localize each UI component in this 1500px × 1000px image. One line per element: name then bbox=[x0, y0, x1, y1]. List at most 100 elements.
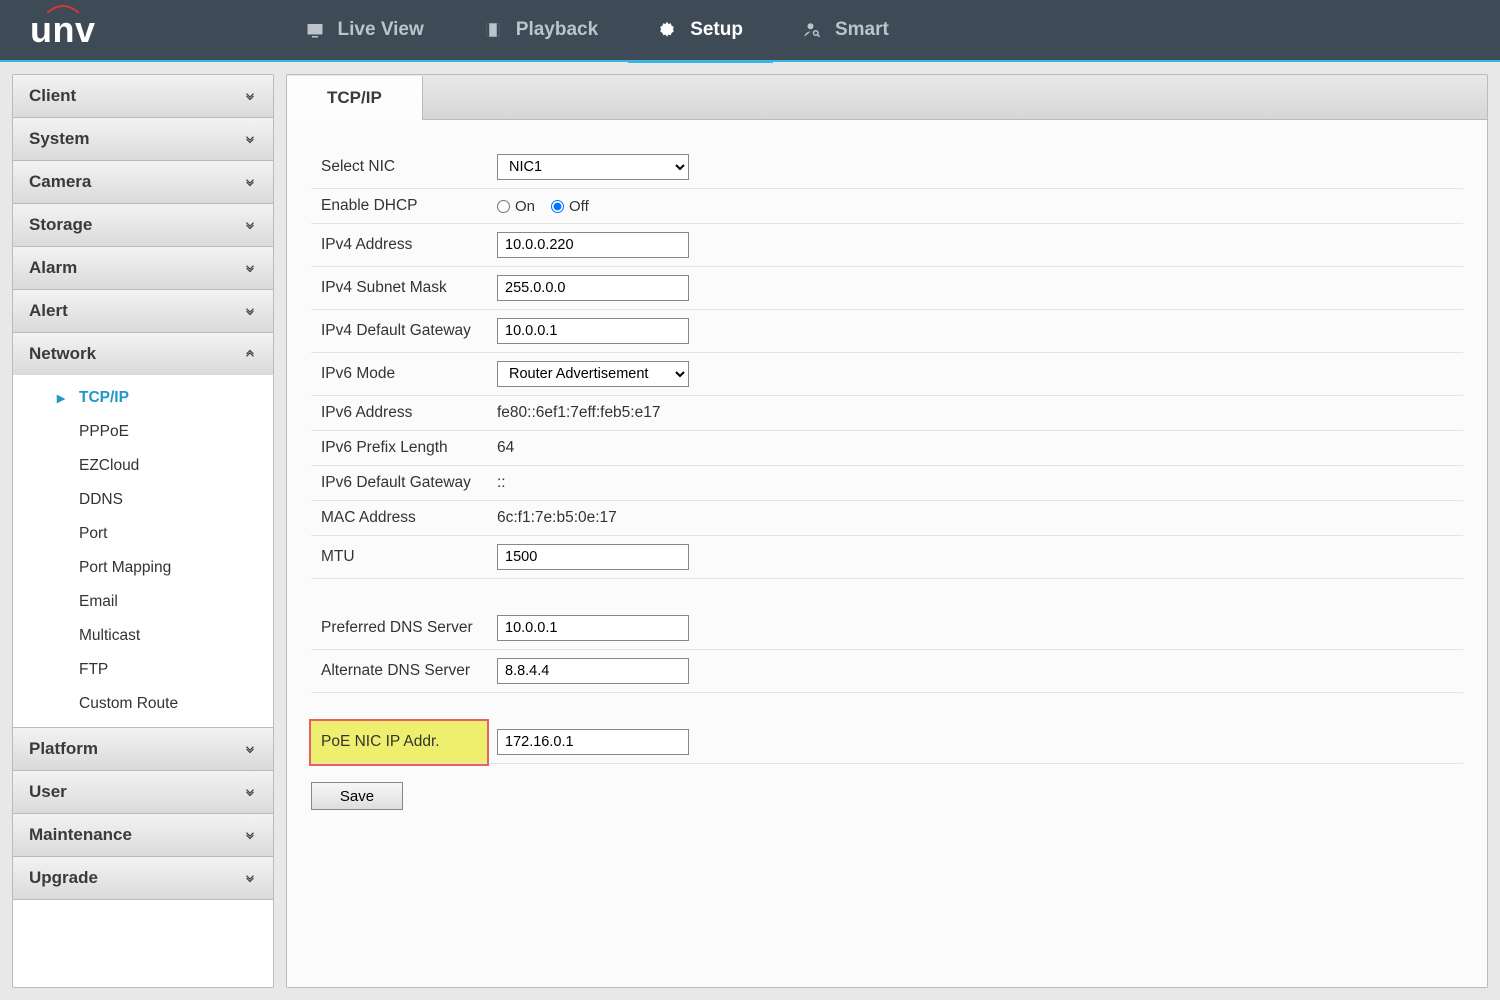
mac-address-label: MAC Address bbox=[311, 501, 487, 536]
panel-label: Storage bbox=[29, 215, 92, 235]
panel-label: System bbox=[29, 129, 89, 149]
gear-icon bbox=[658, 21, 676, 39]
chevron-down-icon bbox=[243, 175, 257, 189]
ipv6-prefix-label: IPv6 Prefix Length bbox=[311, 431, 487, 466]
nav-smart[interactable]: Smart bbox=[773, 0, 919, 61]
sub-item-label: Email bbox=[79, 593, 118, 610]
sidebar-panel-alert[interactable]: Alert bbox=[13, 290, 273, 332]
radio-label: On bbox=[515, 198, 535, 215]
panel-label: Platform bbox=[29, 739, 98, 759]
panel-label: Maintenance bbox=[29, 825, 132, 845]
alt-dns-label: Alternate DNS Server bbox=[311, 650, 487, 693]
sidebar-panel-maintenance[interactable]: Maintenance bbox=[13, 814, 273, 856]
ipv6-gateway-value: :: bbox=[497, 474, 506, 491]
nav-live-view[interactable]: Live View bbox=[276, 0, 454, 61]
chevron-down-icon bbox=[243, 132, 257, 146]
brand-logo-text: unv bbox=[30, 9, 96, 50]
enable-dhcp-label: Enable DHCP bbox=[311, 189, 487, 224]
nav-playback[interactable]: Playback bbox=[454, 0, 628, 61]
ipv4-gateway-label: IPv4 Default Gateway bbox=[311, 310, 487, 353]
panel-label: Alert bbox=[29, 301, 68, 321]
ipv4-mask-input[interactable] bbox=[497, 275, 689, 301]
sub-item-label: TCP/IP bbox=[79, 389, 129, 406]
sidebar-item-ezcloud[interactable]: EZCloud bbox=[13, 449, 273, 483]
sidebar-item-ftp[interactable]: FTP bbox=[13, 653, 273, 687]
chevron-down-icon bbox=[243, 871, 257, 885]
dhcp-on-radio[interactable]: On bbox=[497, 198, 535, 215]
poe-nic-label: PoE NIC IP Addr. bbox=[311, 721, 487, 764]
ipv4-address-input[interactable] bbox=[497, 232, 689, 258]
panel-label: Alarm bbox=[29, 258, 77, 278]
chevron-down-icon bbox=[243, 304, 257, 318]
mac-address-value: 6c:f1:7e:b5:0e:17 bbox=[497, 509, 617, 526]
nav-setup[interactable]: Setup bbox=[628, 0, 773, 61]
alt-dns-input[interactable] bbox=[497, 658, 689, 684]
mtu-input[interactable] bbox=[497, 544, 689, 570]
form-area: Select NIC NIC1 Enable DHCP On Off IPv4 … bbox=[287, 120, 1487, 987]
sidebar-item-port-mapping[interactable]: Port Mapping bbox=[13, 551, 273, 585]
pref-dns-input[interactable] bbox=[497, 615, 689, 641]
nav-label: Setup bbox=[690, 19, 743, 41]
content-area: TCP/IP Select NIC NIC1 Enable DHCP On Of… bbox=[286, 74, 1488, 988]
ipv6-address-label: IPv6 Address bbox=[311, 396, 487, 431]
panel-label: Client bbox=[29, 86, 76, 106]
sidebar-panel-storage[interactable]: Storage bbox=[13, 204, 273, 246]
sidebar-panel-system[interactable]: System bbox=[13, 118, 273, 160]
sidebar-panel-upgrade[interactable]: Upgrade bbox=[13, 857, 273, 899]
radio-label: Off bbox=[569, 198, 589, 215]
ipv6-mode-dropdown[interactable]: Router Advertisement bbox=[497, 361, 689, 387]
poe-nic-input[interactable] bbox=[497, 729, 689, 755]
sub-item-label: EZCloud bbox=[79, 457, 139, 474]
sidebar-panel-client[interactable]: Client bbox=[13, 75, 273, 117]
sidebar-panel-platform[interactable]: Platform bbox=[13, 728, 273, 770]
sub-item-label: Port bbox=[79, 525, 107, 542]
tabs-row: TCP/IP bbox=[287, 75, 1487, 120]
panel-label: Camera bbox=[29, 172, 91, 192]
dhcp-off-radio[interactable]: Off bbox=[551, 198, 589, 215]
chevron-down-icon bbox=[243, 261, 257, 275]
panel-label: User bbox=[29, 782, 67, 802]
sub-item-label: FTP bbox=[79, 661, 108, 678]
sub-item-label: DDNS bbox=[79, 491, 123, 508]
panel-label: Upgrade bbox=[29, 868, 98, 888]
chevron-down-icon bbox=[243, 785, 257, 799]
sidebar-item-email[interactable]: Email bbox=[13, 585, 273, 619]
sidebar-item-custom-route[interactable]: Custom Route bbox=[13, 687, 273, 721]
sidebar-panel-camera[interactable]: Camera bbox=[13, 161, 273, 203]
sidebar-item-ddns[interactable]: DDNS bbox=[13, 483, 273, 517]
panel-body-network: TCP/IP PPPoE EZCloud DDNS Port Port Mapp… bbox=[13, 375, 273, 727]
tab-tcpip[interactable]: TCP/IP bbox=[287, 76, 423, 120]
ipv4-mask-label: IPv4 Subnet Mask bbox=[311, 267, 487, 310]
sidebar-item-tcpip[interactable]: TCP/IP bbox=[13, 381, 273, 415]
sidebar-item-multicast[interactable]: Multicast bbox=[13, 619, 273, 653]
person-search-icon bbox=[803, 21, 821, 39]
ipv6-address-value: fe80::6ef1:7eff:feb5:e17 bbox=[497, 404, 660, 421]
sidebar-panel-network[interactable]: Network bbox=[13, 333, 273, 375]
sub-item-label: Multicast bbox=[79, 627, 140, 644]
sub-item-label: PPPoE bbox=[79, 423, 129, 440]
brand-logo: unv bbox=[30, 9, 96, 51]
chevron-down-icon bbox=[243, 742, 257, 756]
ipv4-address-label: IPv4 Address bbox=[311, 224, 487, 267]
panel-label: Network bbox=[29, 344, 96, 364]
sidebar-item-pppoe[interactable]: PPPoE bbox=[13, 415, 273, 449]
select-nic-dropdown[interactable]: NIC1 bbox=[497, 154, 689, 180]
select-nic-label: Select NIC bbox=[311, 146, 487, 189]
film-icon bbox=[484, 21, 502, 39]
sidebar-item-port[interactable]: Port bbox=[13, 517, 273, 551]
ipv6-gateway-label: IPv6 Default Gateway bbox=[311, 466, 487, 501]
chevron-up-icon bbox=[243, 347, 257, 361]
chevron-down-icon bbox=[243, 218, 257, 232]
pref-dns-label: Preferred DNS Server bbox=[311, 607, 487, 650]
sub-item-label: Custom Route bbox=[79, 695, 178, 712]
ipv6-prefix-value: 64 bbox=[497, 439, 514, 456]
ipv4-gateway-input[interactable] bbox=[497, 318, 689, 344]
top-nav: Live View Playback Setup Smart bbox=[276, 0, 919, 61]
sidebar-panel-user[interactable]: User bbox=[13, 771, 273, 813]
monitor-icon bbox=[306, 21, 324, 39]
sidebar-panel-alarm[interactable]: Alarm bbox=[13, 247, 273, 289]
chevron-down-icon bbox=[243, 828, 257, 842]
nav-label: Live View bbox=[338, 19, 424, 41]
save-button[interactable]: Save bbox=[311, 782, 403, 810]
nav-label: Smart bbox=[835, 19, 889, 41]
